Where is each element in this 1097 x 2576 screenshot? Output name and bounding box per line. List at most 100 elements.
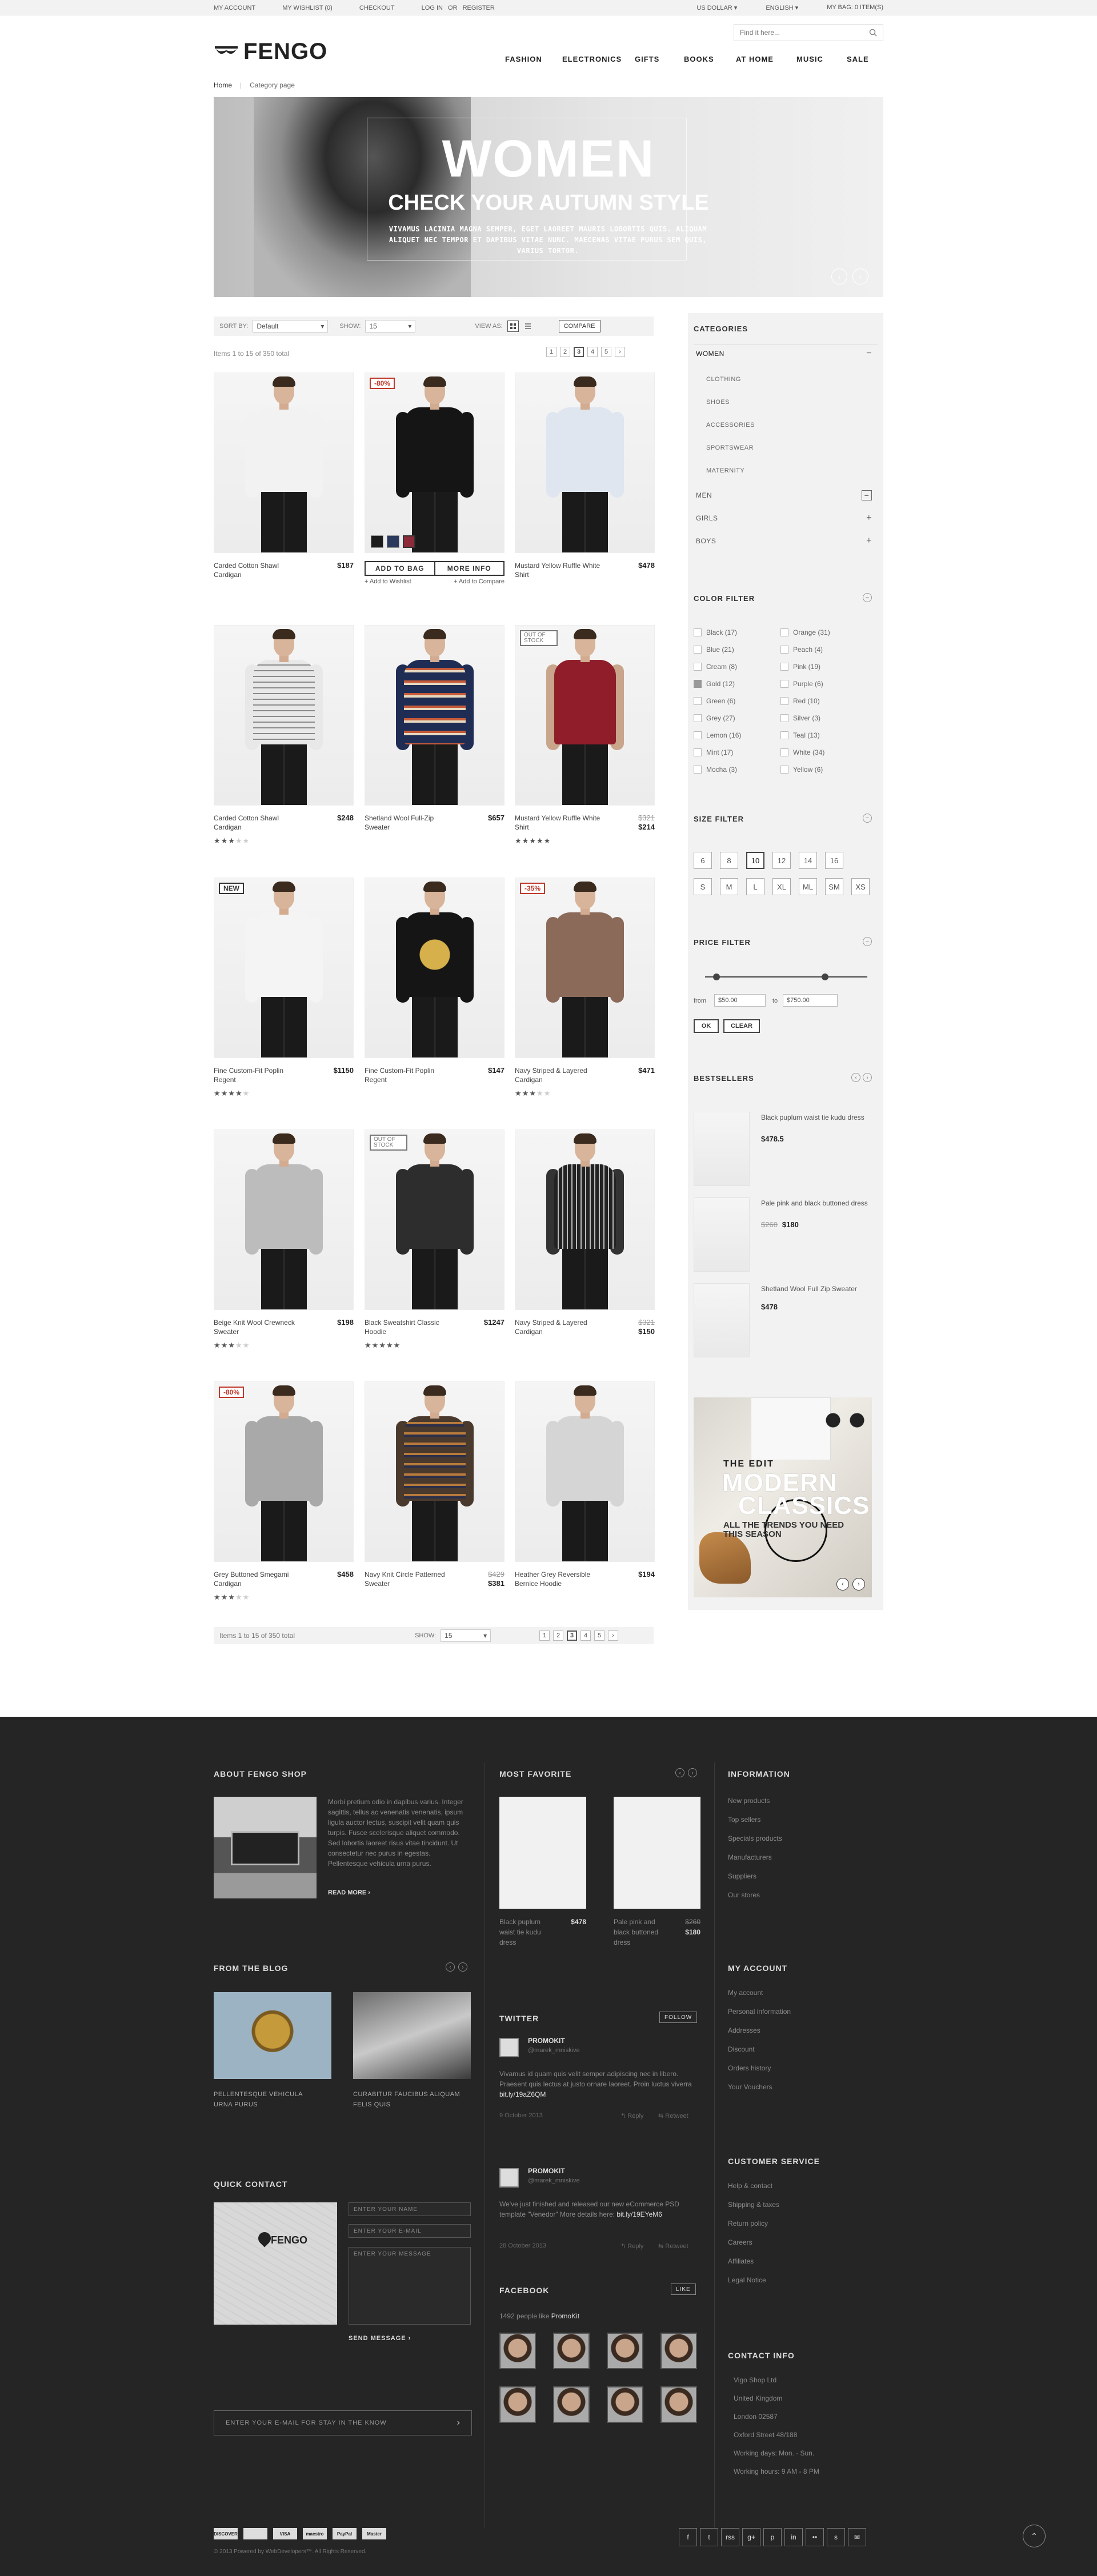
social-icon[interactable]: t xyxy=(700,2528,718,2546)
show-select-bottom[interactable]: 15 ▾ xyxy=(441,1629,491,1642)
checkbox[interactable] xyxy=(694,766,702,774)
tweet-reply[interactable]: ↰ Reply xyxy=(620,2112,643,2120)
subcategory-accessories[interactable]: ACCESSORIES xyxy=(706,422,755,428)
page-3[interactable]: 3 xyxy=(567,1630,577,1641)
next-arrow-icon[interactable]: › xyxy=(863,1073,872,1082)
price-to-input[interactable]: $750.00 xyxy=(783,994,838,1007)
page-1[interactable]: 1 xyxy=(539,1630,550,1641)
checkbox[interactable] xyxy=(694,731,702,739)
product-card[interactable]: Beige Knit Wool Crewneck Sweater $198 ★★★★… xyxy=(214,1129,354,1349)
product-name[interactable]: Mustard Yellow Ruffle White Shirt xyxy=(515,561,600,579)
subcategory-shoes[interactable]: SHOES xyxy=(706,399,730,406)
tweet-user[interactable]: PROMOKIT xyxy=(528,2167,565,2175)
bestseller-image[interactable] xyxy=(694,1197,750,1272)
add-to-wishlist-link[interactable]: + Add to Wishlist xyxy=(365,578,411,585)
nav-fashion[interactable]: FASHION xyxy=(505,55,562,63)
arrow-right-icon[interactable]: › xyxy=(457,2418,460,2428)
account-links-item[interactable]: Addresses xyxy=(728,2026,760,2034)
product-image[interactable]: NEW xyxy=(214,878,354,1058)
bestseller-name[interactable]: Black puplum waist tie kudu dress xyxy=(761,1113,870,1122)
color-filter-option[interactable]: White (34) xyxy=(780,748,824,756)
checkbox[interactable] xyxy=(780,663,788,671)
facebook-fan-avatar[interactable] xyxy=(553,2386,590,2423)
size-option-l[interactable]: L xyxy=(746,878,764,895)
price-clear-button[interactable]: CLEAR xyxy=(723,1019,760,1033)
subcategory-sportswear[interactable]: SPORTSWEAR xyxy=(706,444,754,451)
page-next[interactable]: › xyxy=(608,1630,618,1641)
page-5[interactable]: 5 xyxy=(594,1630,604,1641)
tweet-link[interactable]: bit.ly/19aZ6QM xyxy=(499,2090,546,2098)
checkbox[interactable] xyxy=(780,697,788,705)
size-option-s[interactable]: S xyxy=(694,878,712,895)
social-icon[interactable]: in xyxy=(784,2528,803,2546)
color-filter-option[interactable]: Pink (19) xyxy=(780,663,820,671)
more-info-button[interactable]: MORE INFO xyxy=(434,562,504,575)
social-icon[interactable]: g+ xyxy=(742,2528,760,2546)
contact-email-input[interactable]: ENTER YOUR E-MAIL xyxy=(349,2224,471,2238)
my-wishlist-link[interactable]: My wishlist (0) xyxy=(282,5,333,11)
checkbox[interactable] xyxy=(694,697,702,705)
hero-next-icon[interactable]: › xyxy=(852,269,868,285)
tweet-reply[interactable]: ↰ Reply xyxy=(620,2242,643,2250)
product-card[interactable]: Navy Knit Circle Patterned Sweater $429 $3… xyxy=(365,1381,505,1588)
color-filter-option[interactable]: Yellow (6) xyxy=(780,766,823,774)
checkbox[interactable] xyxy=(694,663,702,671)
checkbox[interactable] xyxy=(694,680,702,688)
checkbox[interactable] xyxy=(694,714,702,722)
subcategory-maternity[interactable]: MATERNITY xyxy=(706,467,744,474)
tweet-handle[interactable]: @marek_mniskive xyxy=(528,2177,580,2184)
checkbox[interactable] xyxy=(780,714,788,722)
price-from-input[interactable]: $50.00 xyxy=(714,994,766,1007)
service-links-item[interactable]: Shipping & taxes xyxy=(728,2201,779,2209)
collapse-icon[interactable]: − xyxy=(863,593,872,602)
color-filter-option[interactable]: Orange (31) xyxy=(780,628,830,636)
checkbox[interactable] xyxy=(780,628,788,636)
product-card[interactable]: -80% ADD TO BAG MORE INFO + Add to Wishlist… xyxy=(365,372,505,585)
page-next[interactable]: › xyxy=(615,347,625,357)
back-to-top-icon[interactable]: ⌃ xyxy=(1023,2525,1046,2547)
color-swatch[interactable] xyxy=(371,535,383,548)
service-links-item[interactable]: Legal Notice xyxy=(728,2276,766,2284)
checkbox[interactable] xyxy=(694,646,702,654)
page-1[interactable]: 1 xyxy=(546,347,556,357)
promo-prev-icon[interactable]: ‹ xyxy=(836,1578,849,1591)
tweet-handle[interactable]: @marek_mniskive xyxy=(528,2047,580,2054)
color-filter-option[interactable]: Silver (3) xyxy=(780,714,820,722)
product-image[interactable] xyxy=(365,1381,505,1562)
page-5[interactable]: 5 xyxy=(601,347,611,357)
bestseller-image[interactable] xyxy=(694,1283,750,1357)
product-name[interactable]: Black Sweatshirt Classic Hoodie xyxy=(365,1318,450,1336)
color-filter-option[interactable]: Gold (12) xyxy=(694,680,735,688)
product-name[interactable]: Grey Buttoned Smegami Cardigan xyxy=(214,1570,299,1588)
prev-arrow-icon[interactable]: ‹ xyxy=(851,1073,860,1082)
logo[interactable]: FENGO xyxy=(214,39,327,65)
contact-name-input[interactable]: ENTER YOUR NAME xyxy=(349,2202,471,2216)
size-option-m[interactable]: M xyxy=(720,878,738,895)
color-filter-option[interactable]: Black (17) xyxy=(694,628,737,636)
bag-link[interactable]: MY BAG: 0 ITEM(S) xyxy=(827,4,883,11)
product-image[interactable]: -35% xyxy=(515,878,655,1058)
product-card[interactable]: NEW Fine Custom-Fit Poplin Regent $1150 ★★★… xyxy=(214,878,354,1097)
product-card[interactable]: Heather Grey Reversible Bernice Hoodie $1… xyxy=(515,1381,655,1588)
plus-icon[interactable]: + xyxy=(866,513,872,523)
checkbox[interactable] xyxy=(780,748,788,756)
product-name[interactable]: Fine Custom-Fit Poplin Regent xyxy=(214,1066,299,1084)
checkout-link[interactable]: Checkout xyxy=(359,5,395,11)
facebook-page-name[interactable]: PromoKit xyxy=(551,2312,579,2320)
size-option-16[interactable]: 16 xyxy=(825,852,843,869)
size-option-12[interactable]: 12 xyxy=(772,852,791,869)
minus-icon[interactable]: − xyxy=(866,348,872,359)
nav-sale[interactable]: SALE xyxy=(847,55,869,63)
color-filter-option[interactable]: Peach (4) xyxy=(780,646,823,654)
nav-at-home[interactable]: AT HOME xyxy=(736,55,796,63)
service-links-item[interactable]: Return policy xyxy=(728,2220,768,2228)
category-girls[interactable]: GIRLS + xyxy=(694,513,872,523)
info-links-item[interactable]: Our stores xyxy=(728,1891,760,1899)
product-image[interactable] xyxy=(515,1129,655,1310)
favorite-name[interactable]: Pale pink and black buttoned dress xyxy=(614,1917,665,1948)
next-arrow-icon[interactable]: › xyxy=(458,1962,467,1972)
blog-post-2-title[interactable]: CURABITUR FAUCIBUS ALIQUAM FELIS QUIS xyxy=(353,2089,471,2110)
size-option-14[interactable]: 14 xyxy=(799,852,817,869)
product-name[interactable]: Heather Grey Reversible Bernice Hoodie xyxy=(515,1570,600,1588)
add-to-bag-button[interactable]: ADD TO BAG xyxy=(366,562,434,575)
